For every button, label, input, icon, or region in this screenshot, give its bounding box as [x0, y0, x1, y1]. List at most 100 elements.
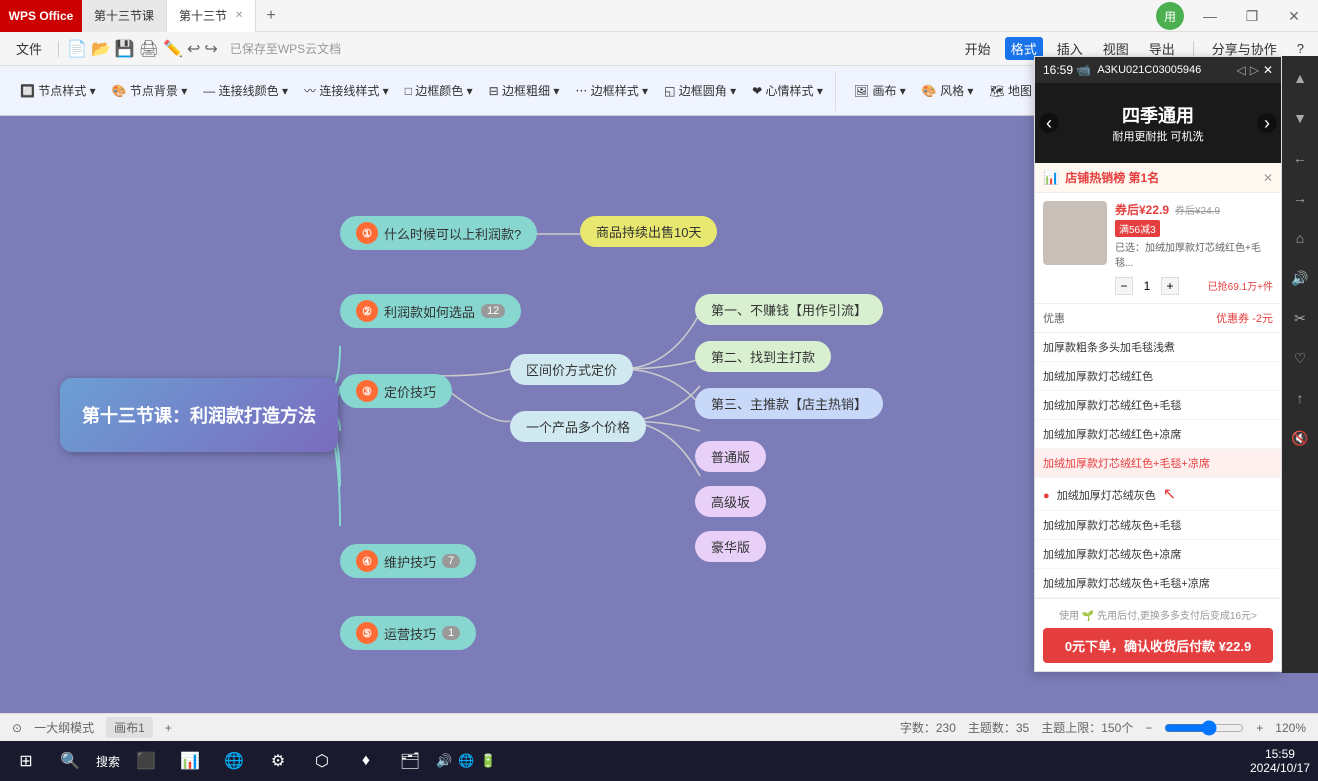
add-canvas[interactable]: +: [165, 721, 172, 735]
toolbar-open[interactable]: 📂: [91, 39, 111, 59]
canvas-tab[interactable]: 画布1: [106, 717, 153, 738]
option-0[interactable]: 加厚款粗条多头加毛毯浅煮: [1035, 333, 1281, 362]
toolbar-undo[interactable]: ↩: [187, 39, 200, 59]
option-1[interactable]: 加绒加厚款灯芯绒红色: [1035, 362, 1281, 391]
video-next[interactable]: ›: [1257, 113, 1277, 133]
start-button[interactable]: ⊞: [8, 743, 44, 779]
sys-icon-battery[interactable]: 🔋: [480, 753, 496, 769]
ribbon-mood-style[interactable]: ❤ 心情样式 ▾: [746, 79, 829, 102]
ribbon-style[interactable]: 🎨 风格 ▾: [916, 79, 980, 102]
sys-icon-sound[interactable]: 🔊: [436, 753, 452, 769]
right-node-3[interactable]: 第三、主推款【店主热销】: [695, 388, 883, 419]
menu-file[interactable]: 文件: [8, 35, 50, 62]
tab-kaishi[interactable]: 开始: [959, 37, 997, 60]
user-avatar[interactable]: 用: [1156, 2, 1184, 30]
side-icon-volume[interactable]: 🔊: [1286, 264, 1314, 292]
app-logo: WPS Office: [0, 0, 82, 32]
tab-1[interactable]: 第十三节课: [82, 0, 167, 32]
qty-decrease[interactable]: −: [1115, 277, 1133, 295]
tab-close-icon[interactable]: ✕: [235, 10, 243, 21]
branch-1[interactable]: ① 什么时候可以上利润款?: [340, 216, 537, 250]
toolbar-new[interactable]: 📄: [67, 39, 87, 59]
branch-3[interactable]: ③ 定价技巧: [340, 374, 452, 408]
branch-3-num: ③: [356, 380, 378, 402]
version-node-2[interactable]: 高级坂: [695, 486, 766, 517]
hot-banner-close[interactable]: ✕: [1263, 171, 1273, 185]
side-icon-up[interactable]: ▲: [1286, 64, 1314, 92]
option-7[interactable]: 加绒加厚款灯芯绒灰色+凉席: [1035, 540, 1281, 569]
topic-limit: 主题上限：150个: [1041, 719, 1133, 736]
ribbon-border-width[interactable]: ⊟ 边框粗细 ▾: [483, 79, 566, 102]
zoom-out[interactable]: −: [1145, 721, 1152, 735]
tab-2[interactable]: 第十三节 ✕: [167, 0, 256, 32]
chat-ctrl-2[interactable]: ▷: [1250, 63, 1259, 77]
side-icon-mute[interactable]: 🔇: [1286, 424, 1314, 452]
search-button[interactable]: 🔍: [52, 743, 88, 779]
mode-toggle[interactable]: ⊙: [12, 721, 22, 735]
taskbar-app-6[interactable]: 🗂: [392, 743, 428, 779]
taskbar-app-2[interactable]: 🌐: [216, 743, 252, 779]
chat-ctrl-1[interactable]: ◁: [1236, 63, 1245, 77]
pay-button[interactable]: 0元下单，确认收货后付款 ¥22.9: [1043, 628, 1273, 663]
chat-close-icon[interactable]: ✕: [1263, 63, 1273, 77]
side-icon-scissors[interactable]: ✂: [1286, 304, 1314, 332]
side-icon-home[interactable]: ⌂: [1286, 224, 1314, 252]
task-view[interactable]: ⬛: [128, 743, 164, 779]
product-price-2: 券后¥24.9: [1175, 202, 1220, 217]
branch-1-sub-1[interactable]: 商品持续出售10天: [580, 216, 717, 247]
maximize-button[interactable]: ❐: [1232, 0, 1272, 32]
version-node-1[interactable]: 普通版: [695, 441, 766, 472]
side-icon-down[interactable]: ▼: [1286, 104, 1314, 132]
option-5[interactable]: ● 加绒加厚灯芯绒灰色 ↖: [1035, 478, 1281, 511]
zoom-slider[interactable]: [1164, 720, 1244, 736]
video-prev[interactable]: ‹: [1039, 113, 1059, 133]
ribbon-border-radius[interactable]: ◱ 边框圆角 ▾: [658, 79, 742, 102]
mid-node-2[interactable]: 一个产品多个价格: [510, 411, 646, 442]
video-nav: ‹ ›: [1035, 83, 1281, 163]
toolbar-pen[interactable]: ✏️: [163, 39, 183, 59]
branch-4[interactable]: ④ 维护技巧 7: [340, 544, 476, 578]
toolbar-redo[interactable]: ↪: [204, 39, 217, 59]
toolbar-print[interactable]: 🖨: [139, 39, 159, 59]
ribbon-line-color[interactable]: — 连接线颜色 ▾: [197, 79, 294, 102]
qty-increase[interactable]: +: [1161, 277, 1179, 295]
right-node-1[interactable]: 第一、不赚钱【用作引流】: [695, 294, 883, 325]
taskbar-sys: 🔊 🌐 🔋: [436, 753, 497, 769]
taskbar-app-4[interactable]: ⬡: [304, 743, 340, 779]
new-tab-button[interactable]: +: [256, 7, 285, 25]
search-label[interactable]: 搜索: [96, 753, 120, 770]
side-icon-back[interactable]: ←: [1286, 144, 1314, 172]
minimize-button[interactable]: —: [1190, 0, 1230, 32]
branch-5-badge: 1: [442, 626, 460, 640]
side-icon-heart[interactable]: ♡: [1286, 344, 1314, 372]
taskbar-app-5[interactable]: ♦: [348, 743, 384, 779]
ribbon-canvas[interactable]: 🖼 画布 ▾: [848, 79, 912, 102]
option-3[interactable]: 加绒加厚款灯芯绒红色+凉席: [1035, 420, 1281, 449]
taskbar-app-3[interactable]: ⚙: [260, 743, 296, 779]
side-icon-forward[interactable]: →: [1286, 184, 1314, 212]
taskbar-app-1[interactable]: 📊: [172, 743, 208, 779]
ribbon-node-bg[interactable]: 🎨 节点背景 ▾: [106, 79, 194, 102]
mid-node-1[interactable]: 区间价方式定价: [510, 354, 633, 385]
toolbar-save[interactable]: 💾: [115, 39, 135, 59]
video-preview[interactable]: 四季通用 耐用更耐批 可机洗 ‹ ›: [1035, 83, 1281, 163]
ribbon-border-color[interactable]: □ 边框颜色 ▾: [399, 79, 479, 102]
window-controls: 用 — ❐ ✕: [1156, 0, 1318, 32]
ribbon-line-style[interactable]: 〰 连接线样式 ▾: [298, 79, 395, 102]
right-node-2[interactable]: 第二、找到主打款: [695, 341, 831, 372]
ribbon-border-style[interactable]: ⋯ 边框样式 ▾: [569, 79, 654, 102]
central-node[interactable]: 第十三节课：利润款打造方法: [60, 378, 338, 452]
ribbon-node-style[interactable]: 🔲 节点样式 ▾: [14, 79, 102, 102]
sys-icon-network[interactable]: 🌐: [458, 753, 474, 769]
option-6[interactable]: 加绒加厚款灯芯绒灰色+毛毯: [1035, 511, 1281, 540]
version-node-3[interactable]: 豪华版: [695, 531, 766, 562]
options-list: 加厚款粗条多头加毛毯浅煮 加绒加厚款灯芯绒红色 加绒加厚款灯芯绒红色+毛毯 加绒…: [1035, 333, 1281, 598]
branch-5[interactable]: ⑤ 运营技巧 1: [340, 616, 476, 650]
side-icon-share[interactable]: ↑: [1286, 384, 1314, 412]
option-4[interactable]: 加绒加厚款灯芯绒红色+毛毯+凉席: [1035, 449, 1281, 478]
option-8[interactable]: 加绒加厚款灯芯绒灰色+毛毯+凉席: [1035, 569, 1281, 598]
branch-2[interactable]: ② 利润款如何选品 12: [340, 294, 521, 328]
zoom-in[interactable]: +: [1256, 721, 1263, 735]
option-2[interactable]: 加绒加厚款灯芯绒红色+毛毯: [1035, 391, 1281, 420]
close-button[interactable]: ✕: [1274, 0, 1314, 32]
